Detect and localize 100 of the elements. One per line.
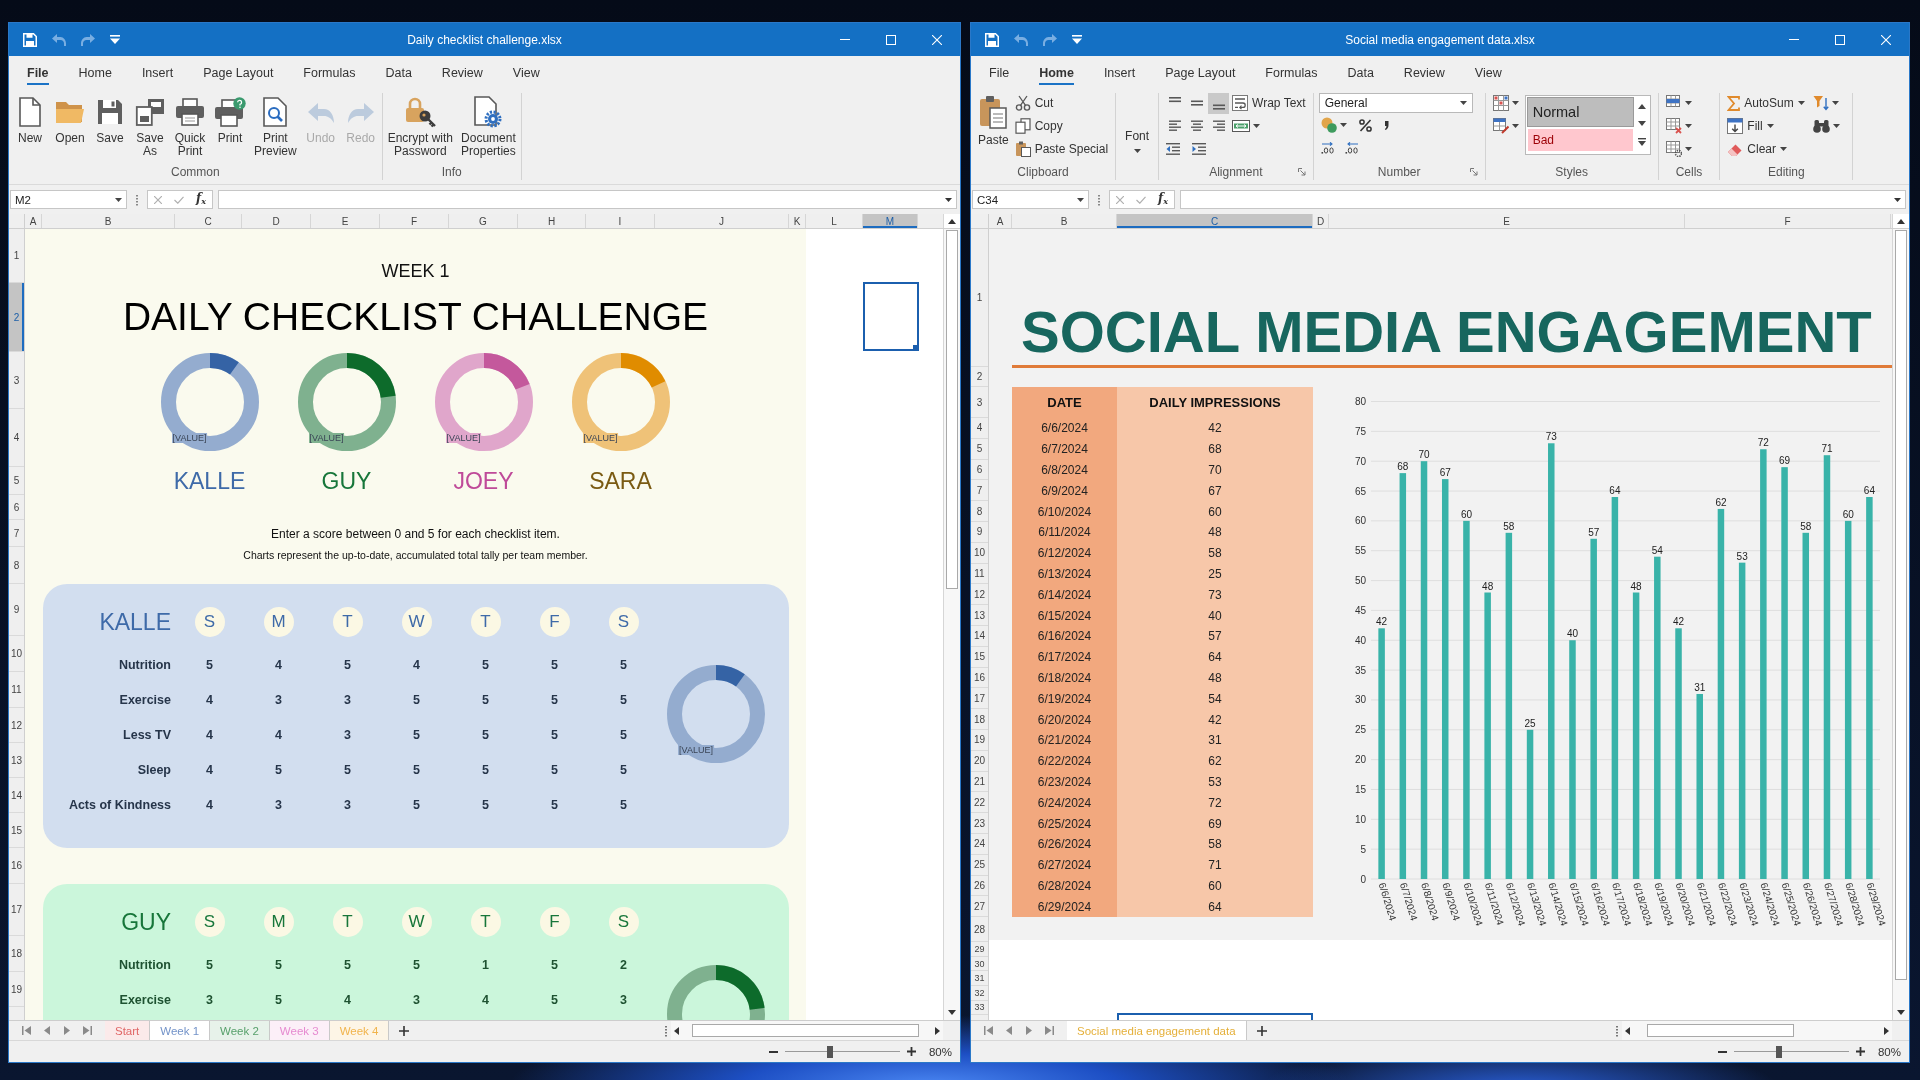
dropdown-icon[interactable] [110, 35, 120, 44]
row-header[interactable]: 24 [971, 833, 988, 855]
zoom-out-icon[interactable] [1717, 1050, 1727, 1053]
column-header[interactable]: F [380, 214, 449, 228]
row-header[interactable]: 22 [971, 792, 988, 814]
row-header[interactable]: 7 [9, 520, 24, 547]
row-header[interactable]: 18 [9, 936, 24, 972]
copy-icon[interactable] [1014, 118, 1031, 134]
row-header[interactable]: 10 [9, 636, 24, 672]
scroll-right-icon[interactable] [1884, 1026, 1889, 1035]
row-header[interactable]: 9 [971, 522, 988, 543]
row-header[interactable]: 9 [9, 584, 24, 636]
row-header[interactable]: 13 [971, 605, 988, 626]
dialog-launcher-icon[interactable] [1469, 168, 1478, 176]
style-option[interactable]: Normal [1527, 98, 1633, 126]
increase-indent-icon[interactable] [1192, 143, 1207, 155]
row-header[interactable]: 27 [971, 896, 988, 918]
dialog-launcher-icon[interactable] [1297, 168, 1306, 176]
caret-icon[interactable] [1133, 149, 1141, 153]
gallery-down-icon[interactable] [1637, 121, 1646, 126]
column-header[interactable]: D [242, 214, 311, 228]
clipboard-page-icon[interactable] [1014, 141, 1031, 157]
page-gear-icon[interactable] [474, 96, 503, 128]
caret-icon[interactable] [1797, 101, 1805, 105]
align-left-icon[interactable] [1167, 120, 1182, 132]
row-header[interactable]: 13 [9, 743, 24, 778]
zoom-out-icon[interactable] [768, 1050, 778, 1053]
row-header[interactable]: 11 [9, 672, 24, 708]
next-sheet-icon[interactable] [1025, 1026, 1032, 1035]
align-center-icon[interactable] [1189, 120, 1204, 132]
close-icon[interactable] [932, 34, 942, 45]
column-header[interactable]: C [175, 214, 242, 228]
comma-icon[interactable] [1383, 120, 1389, 130]
row-header[interactable]: 31 [971, 971, 988, 986]
scroll-up-icon[interactable] [1897, 218, 1905, 224]
row-header[interactable]: 5 [971, 438, 988, 460]
caret-icon[interactable] [1894, 197, 1901, 202]
column-header[interactable]: B [42, 214, 175, 228]
save-icon[interactable] [97, 99, 123, 125]
caret-icon[interactable] [1077, 197, 1084, 202]
row-header[interactable]: 14 [971, 625, 988, 647]
caret-icon[interactable] [1684, 147, 1692, 151]
row-header[interactable]: 17 [971, 688, 988, 710]
scrollbar-thumb[interactable] [1895, 230, 1907, 980]
row-header[interactable]: 21 [971, 771, 988, 793]
row-header[interactable]: 6 [9, 495, 24, 520]
ribbon-button[interactable]: Save [90, 93, 130, 145]
ribbon-button[interactable]: Wrap Text [1230, 92, 1308, 114]
number-format-dropdown[interactable]: General [1318, 93, 1473, 113]
grid-bars-icon[interactable] [1492, 95, 1509, 111]
column-header[interactable]: A [25, 214, 42, 228]
scroll-left-icon[interactable] [1625, 1026, 1630, 1035]
caret-icon[interactable] [115, 197, 122, 202]
decrease-decimal-icon[interactable] [1344, 142, 1359, 154]
row-header[interactable]: 15 [971, 646, 988, 668]
ribbon-button[interactable]: Save As [130, 93, 170, 158]
row-header[interactable]: 11 [971, 563, 988, 585]
page-magnifier-icon[interactable] [263, 97, 288, 127]
row-header[interactable]: 20 [971, 750, 988, 772]
column-header[interactable]: C [1117, 214, 1313, 228]
previous-sheet-icon[interactable] [1006, 1026, 1013, 1035]
caret-icon[interactable] [1831, 101, 1839, 105]
printer-question-icon[interactable] [214, 97, 246, 127]
scrollbar-thumb[interactable] [946, 230, 958, 589]
row-header[interactable]: 16 [9, 848, 24, 884]
merge-cells-icon[interactable] [1232, 120, 1251, 132]
gallery-up-icon[interactable] [1637, 104, 1646, 109]
row-header[interactable]: 15 [9, 813, 24, 848]
ribbon-button[interactable]: Paste [976, 93, 1011, 147]
menu-tab[interactable]: Insert [126, 56, 189, 89]
row-header[interactable]: 29 [971, 942, 988, 957]
ribbon-button[interactable]: Encrypt with Password [383, 93, 458, 158]
zoom-in-icon[interactable] [906, 1047, 916, 1056]
column-header[interactable]: J [655, 214, 789, 228]
column-header[interactable]: A [989, 214, 1012, 228]
caret-icon[interactable] [1339, 123, 1347, 127]
column-header[interactable]: M [863, 214, 918, 228]
plus-icon[interactable] [1256, 1025, 1267, 1036]
caret-icon[interactable] [1832, 124, 1840, 128]
row-header[interactable]: 12 [9, 708, 24, 743]
zoom-slider-thumb[interactable] [826, 1045, 833, 1058]
delete-cells-icon[interactable] [1665, 118, 1682, 134]
zoom-slider-thumb[interactable] [1775, 1045, 1782, 1058]
align-right-icon[interactable] [1211, 120, 1226, 132]
ribbon-button[interactable]: Open [50, 93, 90, 145]
row-header[interactable]: 1 [971, 229, 988, 367]
row-header[interactable]: 28 [971, 917, 988, 943]
caret-icon[interactable] [1684, 101, 1692, 105]
close-icon[interactable] [1881, 34, 1891, 45]
row-header[interactable]: 12 [971, 584, 988, 606]
row-header[interactable]: 30 [971, 956, 988, 972]
lock-key-icon[interactable] [404, 96, 437, 128]
row-header[interactable]: 25 [971, 854, 988, 876]
save-icon[interactable] [985, 32, 999, 47]
column-header[interactable]: G [449, 214, 518, 228]
menu-tab[interactable]: File [974, 56, 1025, 89]
row-header[interactable]: 3 [971, 387, 988, 418]
caret-icon[interactable] [1780, 147, 1788, 151]
column-header[interactable]: E [1329, 214, 1685, 228]
row-header[interactable]: 26 [971, 875, 988, 897]
